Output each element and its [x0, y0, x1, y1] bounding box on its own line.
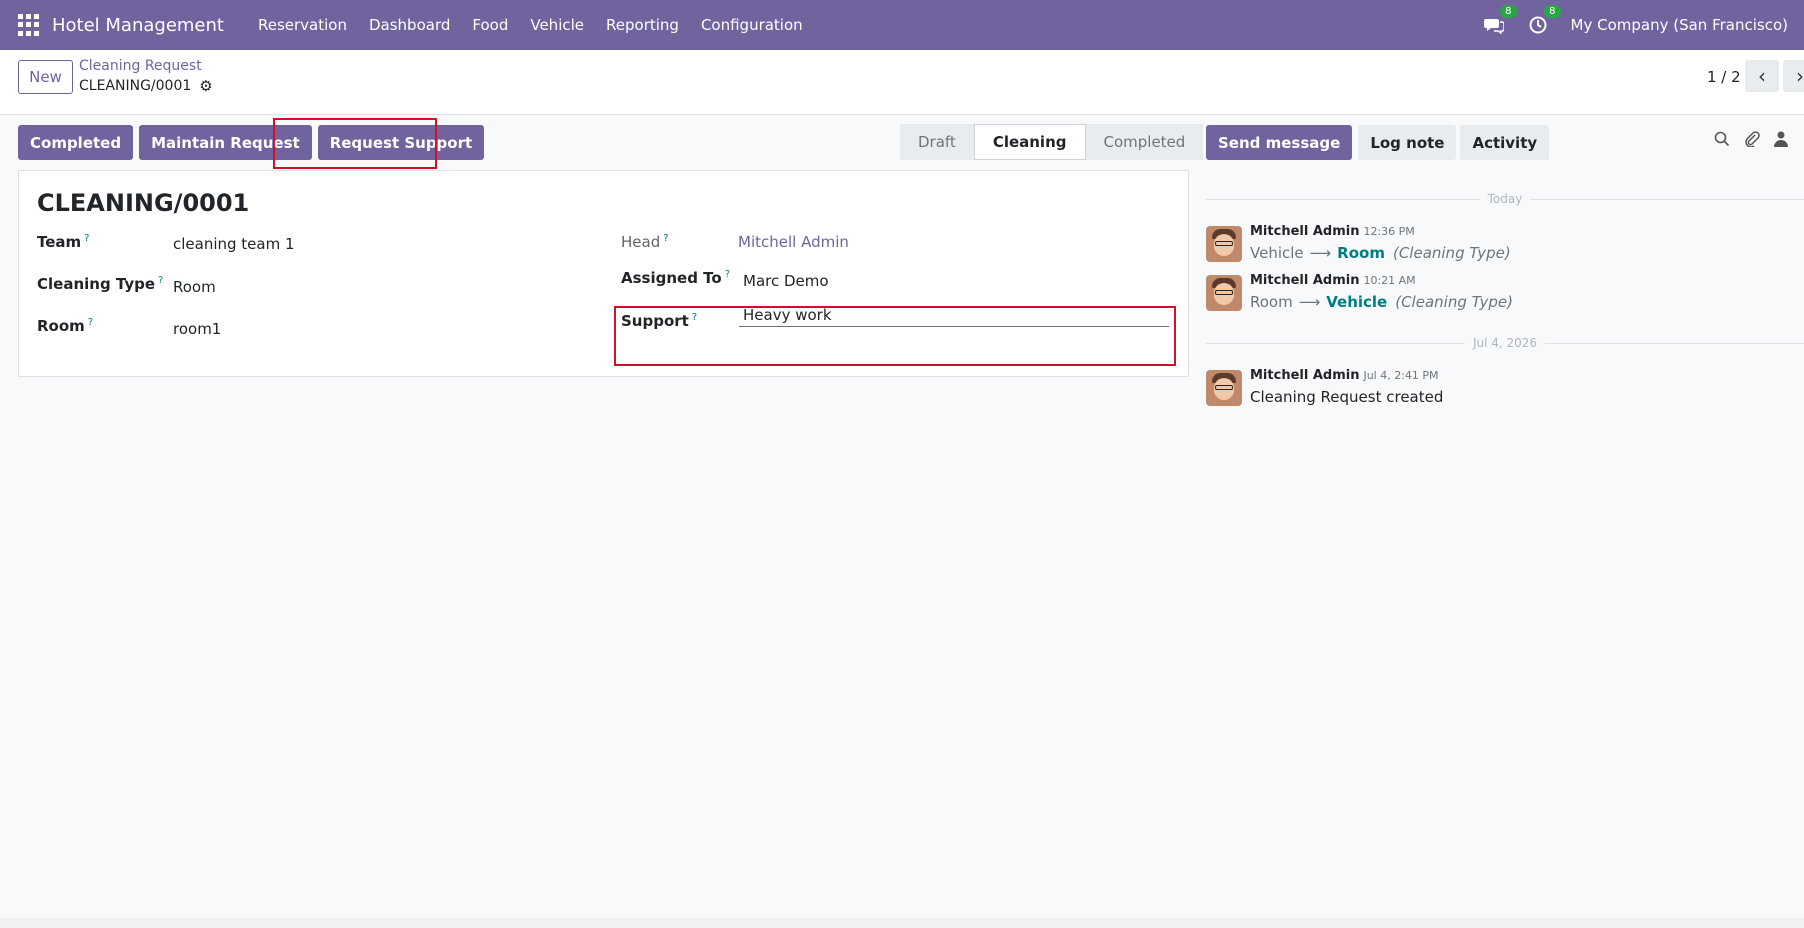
- activity-clock-icon[interactable]: 8: [1527, 5, 1561, 36]
- record-title: CLEANING/0001: [37, 189, 250, 217]
- tracking-new-value: Room: [1337, 244, 1385, 262]
- help-icon[interactable]: ?: [158, 275, 163, 286]
- pager-value[interactable]: 1 / 2: [1707, 68, 1741, 86]
- new-button[interactable]: New: [18, 60, 73, 94]
- help-icon[interactable]: ?: [725, 269, 730, 280]
- company-switcher[interactable]: My Company (San Francisco): [1571, 16, 1788, 34]
- message-text: Cleaning Request created: [1250, 388, 1444, 406]
- tracking-new-value: Vehicle: [1326, 293, 1388, 311]
- activity-badge: 8: [1544, 5, 1561, 18]
- menu-reservation[interactable]: Reservation: [258, 16, 347, 34]
- team-label-text: Team: [37, 233, 82, 251]
- search-icon[interactable]: [1714, 131, 1730, 151]
- apps-menu-icon[interactable]: [18, 14, 40, 36]
- support-field-highlight: [614, 306, 1176, 366]
- tracking-old-value: Vehicle: [1250, 244, 1304, 262]
- chatter-message: Mitchell Admin 10:21 AM Room ⟶ Vehicle (Clea…: [1206, 273, 1766, 317]
- day-separator-date: Jul 4, 2026: [1206, 333, 1804, 353]
- avatar[interactable]: [1206, 370, 1242, 406]
- pager-previous-icon[interactable]: ‹: [1745, 60, 1779, 92]
- completed-button[interactable]: Completed: [18, 125, 134, 160]
- message-author[interactable]: Mitchell Admin Jul 4, 2:41 PM: [1250, 368, 1439, 383]
- messages-badge: 8: [1500, 5, 1517, 18]
- stage-completed[interactable]: Completed: [1085, 124, 1204, 160]
- chatter-buttons: Send message Log note Activity: [1206, 125, 1553, 160]
- message-author-name[interactable]: Mitchell Admin: [1250, 273, 1359, 288]
- message-time: Jul 4, 2:41 PM: [1363, 369, 1439, 382]
- avatar[interactable]: [1206, 226, 1242, 262]
- day-separator-label: Jul 4, 2026: [1472, 336, 1538, 350]
- chatter-tools: [1714, 131, 1802, 151]
- request-support-highlight: [273, 118, 437, 169]
- pager-next-icon[interactable]: ›: [1783, 60, 1804, 92]
- breadcrumb-current-label: CLEANING/0001: [79, 78, 192, 94]
- day-separator-label: Today: [1487, 192, 1523, 206]
- head-label: Head?: [621, 233, 669, 251]
- assigned-to-label-text: Assigned To: [621, 269, 722, 287]
- message-time: 10:21 AM: [1363, 274, 1416, 287]
- log-note-button[interactable]: Log note: [1358, 125, 1457, 160]
- breadcrumb-current: CLEANING/0001 ⚙: [79, 77, 213, 95]
- stage-draft[interactable]: Draft: [900, 124, 974, 160]
- avatar[interactable]: [1206, 275, 1242, 311]
- menu-reporting[interactable]: Reporting: [606, 16, 679, 34]
- head-label-text: Head: [621, 233, 661, 251]
- statusbar: Draft Cleaning Completed: [900, 124, 1204, 160]
- help-icon[interactable]: ?: [88, 317, 93, 328]
- message-author-name[interactable]: Mitchell Admin: [1250, 224, 1359, 239]
- room-label-text: Room: [37, 317, 85, 335]
- message-author[interactable]: Mitchell Admin 10:21 AM: [1250, 273, 1416, 288]
- message-time: 12:36 PM: [1363, 225, 1415, 238]
- assigned-to-value[interactable]: Marc Demo: [743, 272, 829, 290]
- menu-dashboard[interactable]: Dashboard: [369, 16, 450, 34]
- cleaning-type-label: Cleaning Type?: [37, 275, 163, 293]
- activity-button[interactable]: Activity: [1460, 125, 1550, 160]
- arrow-right-icon: ⟶: [1298, 293, 1321, 311]
- horizontal-scrollbar[interactable]: [0, 918, 1804, 928]
- tracking-field-name: (Cleaning Type): [1395, 293, 1513, 311]
- arrow-right-icon: ⟶: [1309, 244, 1332, 262]
- menu-vehicle[interactable]: Vehicle: [530, 16, 584, 34]
- room-label: Room?: [37, 317, 93, 335]
- message-tracking: Room ⟶ Vehicle (Cleaning Type): [1250, 293, 1513, 311]
- head-value[interactable]: Mitchell Admin: [738, 233, 849, 251]
- menu-configuration[interactable]: Configuration: [701, 16, 803, 34]
- message-author[interactable]: Mitchell Admin 12:36 PM: [1250, 224, 1415, 239]
- day-separator-today: Today: [1206, 189, 1804, 209]
- cleaning-type-label-text: Cleaning Type: [37, 275, 156, 293]
- followers-icon[interactable]: [1774, 131, 1788, 151]
- send-message-button[interactable]: Send message: [1206, 125, 1353, 160]
- stage-cleaning[interactable]: Cleaning: [973, 124, 1086, 160]
- help-icon[interactable]: ?: [84, 233, 89, 244]
- menu-food[interactable]: Food: [472, 16, 508, 34]
- cleaning-type-value[interactable]: Room: [173, 278, 216, 296]
- messages-icon[interactable]: 8: [1483, 5, 1517, 36]
- app-brand[interactable]: Hotel Management: [52, 15, 224, 36]
- breadcrumb-parent[interactable]: Cleaning Request: [79, 58, 202, 74]
- gear-icon[interactable]: ⚙: [199, 77, 212, 95]
- team-label: Team?: [37, 233, 89, 251]
- assigned-to-label: Assigned To?: [621, 269, 730, 287]
- message-tracking: Vehicle ⟶ Room (Cleaning Type): [1250, 244, 1511, 262]
- chatter-message: Mitchell Admin 12:36 PM Vehicle ⟶ Room (Clea…: [1206, 224, 1766, 268]
- tracking-field-name: (Cleaning Type): [1392, 244, 1511, 262]
- help-icon[interactable]: ?: [663, 233, 668, 244]
- tracking-old-value: Room: [1250, 293, 1293, 311]
- top-navbar: Hotel Management Reservation Dashboard F…: [0, 0, 1804, 50]
- paperclip-icon[interactable]: [1744, 131, 1760, 151]
- message-author-name[interactable]: Mitchell Admin: [1250, 368, 1359, 383]
- control-panel: New Cleaning Request CLEANING/0001 ⚙ 1 /…: [0, 50, 1804, 115]
- chatter-message: Mitchell Admin Jul 4, 2:41 PM Cleaning Re…: [1206, 368, 1766, 412]
- team-value[interactable]: cleaning team 1: [173, 235, 295, 253]
- room-value[interactable]: room1: [173, 320, 221, 338]
